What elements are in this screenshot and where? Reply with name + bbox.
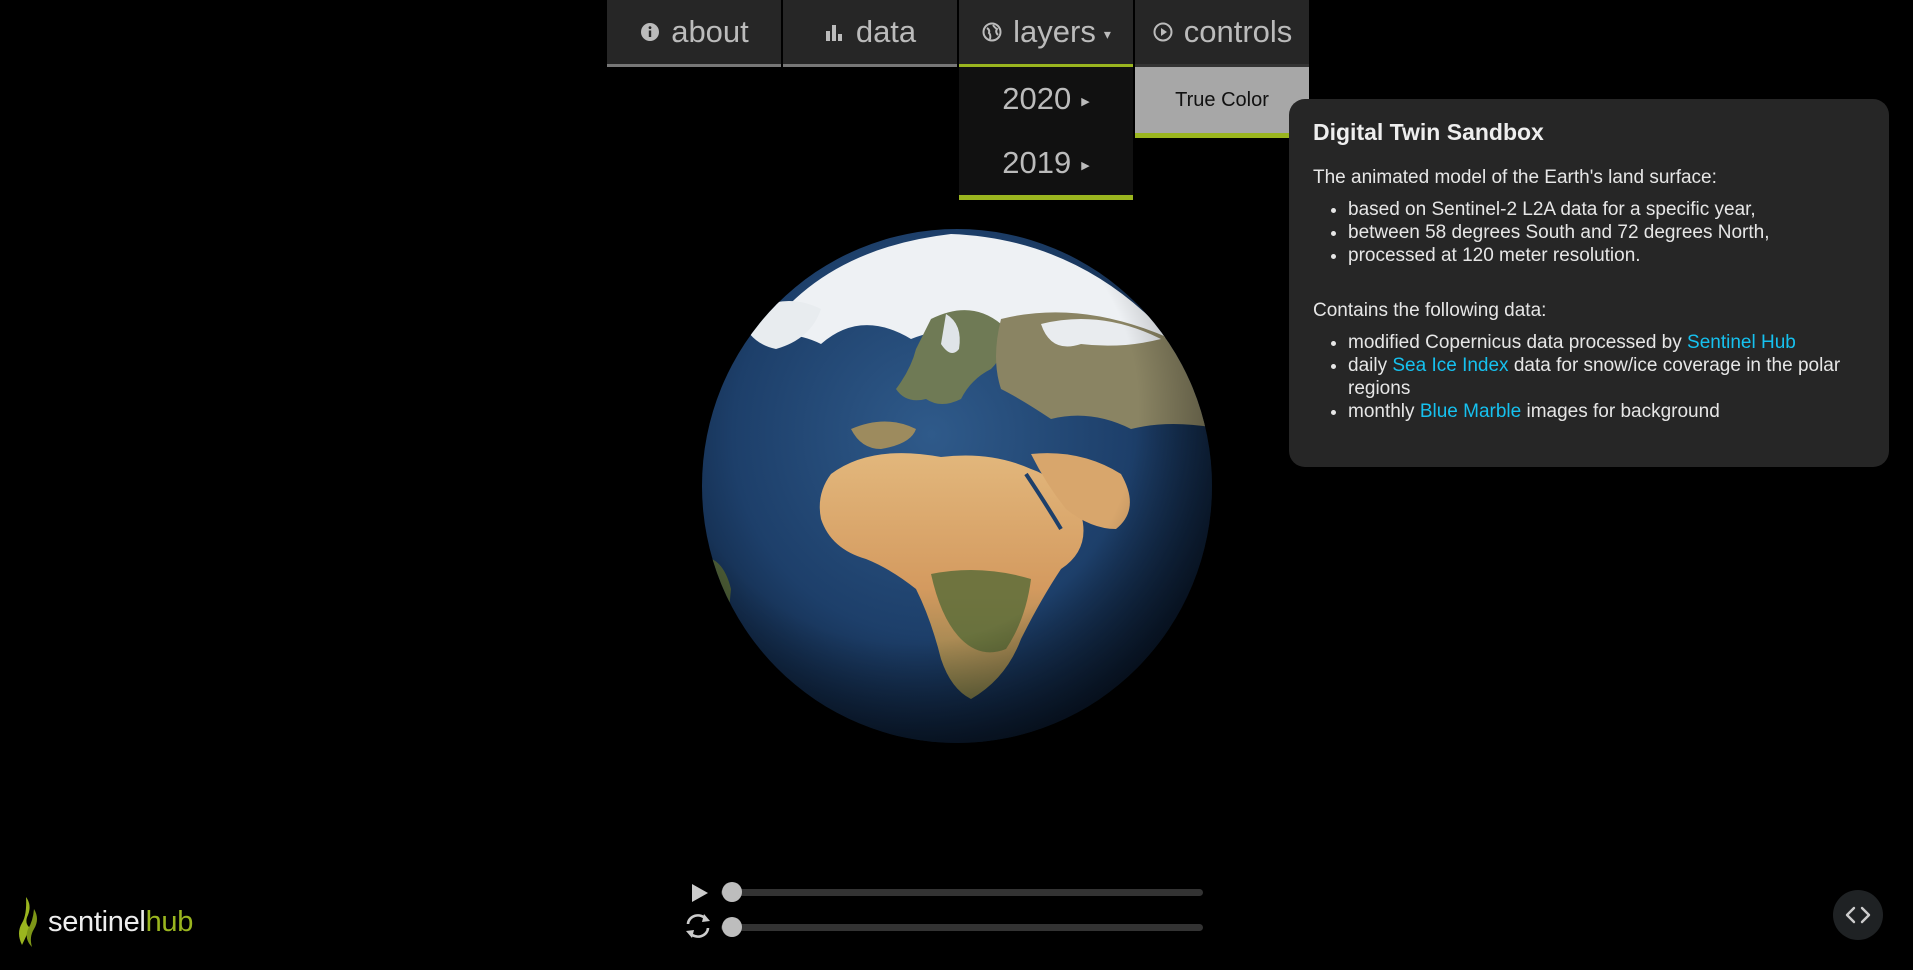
- logo-text-hub: hub: [145, 906, 194, 938]
- tab-data[interactable]: data: [783, 0, 957, 67]
- code-icon: [1845, 906, 1871, 924]
- sea-ice-index-link[interactable]: Sea Ice Index: [1392, 355, 1508, 376]
- layers-dropdown: 2020 ▶ 2019 ▶: [959, 67, 1133, 200]
- layer-year-label: 2019: [1002, 145, 1072, 180]
- info-contains: Contains the following data:: [1313, 300, 1547, 321]
- chevron-right-icon: ▶: [1081, 95, 1090, 108]
- layer-true-color[interactable]: True Color: [1135, 67, 1309, 138]
- sentinel-hub-link[interactable]: Sentinel Hub: [1687, 332, 1796, 353]
- layer-year-label: 2020: [1002, 81, 1072, 116]
- earth-globe[interactable]: [701, 229, 1213, 744]
- embed-code-button[interactable]: [1833, 890, 1883, 940]
- tab-controls-label: controls: [1183, 14, 1293, 49]
- text: images for background: [1521, 401, 1720, 422]
- list-item: processed at 120 meter resolution.: [1348, 244, 1865, 267]
- app-root: about data layers ▾ controls 2020 ▶ 2019…: [0, 0, 1913, 970]
- rotation-slider-track[interactable]: [721, 924, 1203, 931]
- layer-year-2019[interactable]: 2019 ▶: [959, 131, 1133, 195]
- rotate-icon[interactable]: [683, 912, 713, 940]
- list-item: based on Sentinel-2 L2A data for a speci…: [1348, 198, 1865, 221]
- globe-shading: [702, 229, 1212, 743]
- list-item: monthly Blue Marble images for backgroun…: [1348, 400, 1865, 423]
- tab-data-label: data: [855, 14, 917, 49]
- sentinel-hub-logo-icon: [19, 897, 37, 947]
- logo-text-sentinel: sentinel: [48, 906, 146, 938]
- time-slider-handle[interactable]: [722, 882, 742, 902]
- tab-layers[interactable]: layers ▾: [959, 0, 1133, 67]
- sentinel-hub-logo[interactable]: sentinelhub: [14, 895, 193, 950]
- layer-year-2020[interactable]: 2020 ▶: [959, 67, 1133, 131]
- tab-about-label: about: [671, 14, 749, 49]
- blue-marble-link[interactable]: Blue Marble: [1420, 401, 1521, 422]
- play-circle-icon: [1152, 21, 1174, 43]
- chevron-down-icon: ▾: [1103, 25, 1111, 42]
- globe-icon: [981, 21, 1003, 43]
- play-icon[interactable]: [689, 882, 711, 904]
- tab-layers-label: layers: [1013, 14, 1096, 49]
- top-nav: about data layers ▾ controls: [607, 0, 1311, 67]
- info-bullets: based on Sentinel-2 L2A data for a speci…: [1313, 198, 1865, 267]
- info-icon: [639, 21, 661, 43]
- data-sources-list: modified Copernicus data processed by Se…: [1313, 331, 1865, 423]
- true-color-label: True Color: [1175, 88, 1269, 111]
- info-intro: The animated model of the Earth's land s…: [1313, 167, 1717, 188]
- info-panel: Digital Twin Sandbox The animated model …: [1289, 99, 1889, 467]
- text: modified Copernicus data processed by: [1348, 332, 1688, 353]
- text: daily: [1348, 355, 1393, 376]
- bar-chart-icon: [824, 21, 846, 43]
- list-item: between 58 degrees South and 72 degrees …: [1348, 221, 1865, 244]
- time-slider-track[interactable]: [721, 889, 1203, 896]
- info-title: Digital Twin Sandbox: [1313, 119, 1544, 145]
- list-item: modified Copernicus data processed by Se…: [1348, 331, 1865, 354]
- logo-text: sentinelhub: [48, 906, 193, 939]
- chevron-right-icon: ▶: [1081, 159, 1090, 172]
- text: monthly: [1348, 401, 1420, 422]
- rotation-slider-handle[interactable]: [722, 917, 742, 937]
- tab-about[interactable]: about: [607, 0, 781, 67]
- list-item: daily Sea Ice Index data for snow/ice co…: [1348, 354, 1865, 400]
- tab-controls[interactable]: controls: [1135, 0, 1309, 67]
